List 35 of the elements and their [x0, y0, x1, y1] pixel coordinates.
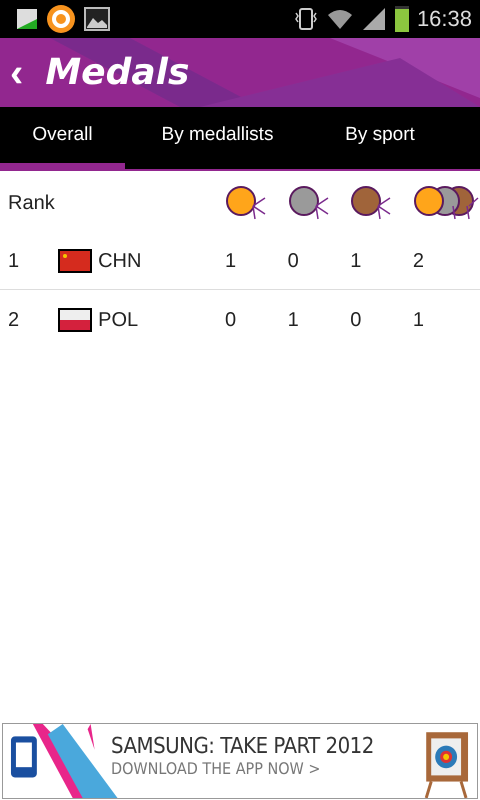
app-icon	[46, 4, 76, 34]
rank-cell-text: 1	[7, 250, 20, 272]
flag-icon	[58, 249, 92, 273]
medal-count: 1	[286, 308, 300, 332]
network-3g-icon	[16, 8, 38, 30]
medal-count: 1	[224, 250, 238, 272]
battery-icon	[394, 6, 409, 32]
medal-count: 0	[286, 250, 300, 272]
rank-cell-text: 2	[7, 308, 20, 332]
medal-icon	[224, 186, 267, 220]
ad-headline: SAMSUNG: TAKE PART 2012	[111, 734, 375, 759]
vibrate-icon	[292, 7, 319, 31]
tab[interactable]: Overall	[0, 107, 125, 169]
medal-count: 1	[349, 250, 362, 272]
column-heading: Rank	[7, 192, 56, 214]
screen-title: Medals	[45, 52, 190, 93]
medal-count: 1	[412, 308, 426, 332]
image-icon	[84, 7, 110, 31]
country-code: CHN	[98, 250, 142, 272]
medal-icon	[350, 186, 392, 220]
medal-icon	[288, 186, 330, 220]
tab[interactable]: By sport	[310, 107, 450, 169]
wifi-icon	[326, 7, 353, 31]
medals-total-icon	[412, 186, 479, 220]
back-button[interactable]: ‹	[2, 52, 32, 92]
signal-icon	[360, 7, 387, 31]
tab[interactable]: By medallists	[125, 107, 310, 169]
ad-banner[interactable]: SAMSUNG: TAKE PART 2012 DOWNLOAD THE APP NOW >	[2, 723, 478, 799]
medal-count: 2	[412, 250, 426, 272]
country-code: POL	[98, 308, 140, 332]
clock: 16:38	[416, 6, 472, 32]
flag-icon	[58, 308, 92, 332]
medal-count: 0	[224, 308, 238, 332]
ad-link[interactable]: DOWNLOAD THE APP NOW >	[111, 759, 477, 778]
medal-count: 0	[349, 308, 362, 332]
